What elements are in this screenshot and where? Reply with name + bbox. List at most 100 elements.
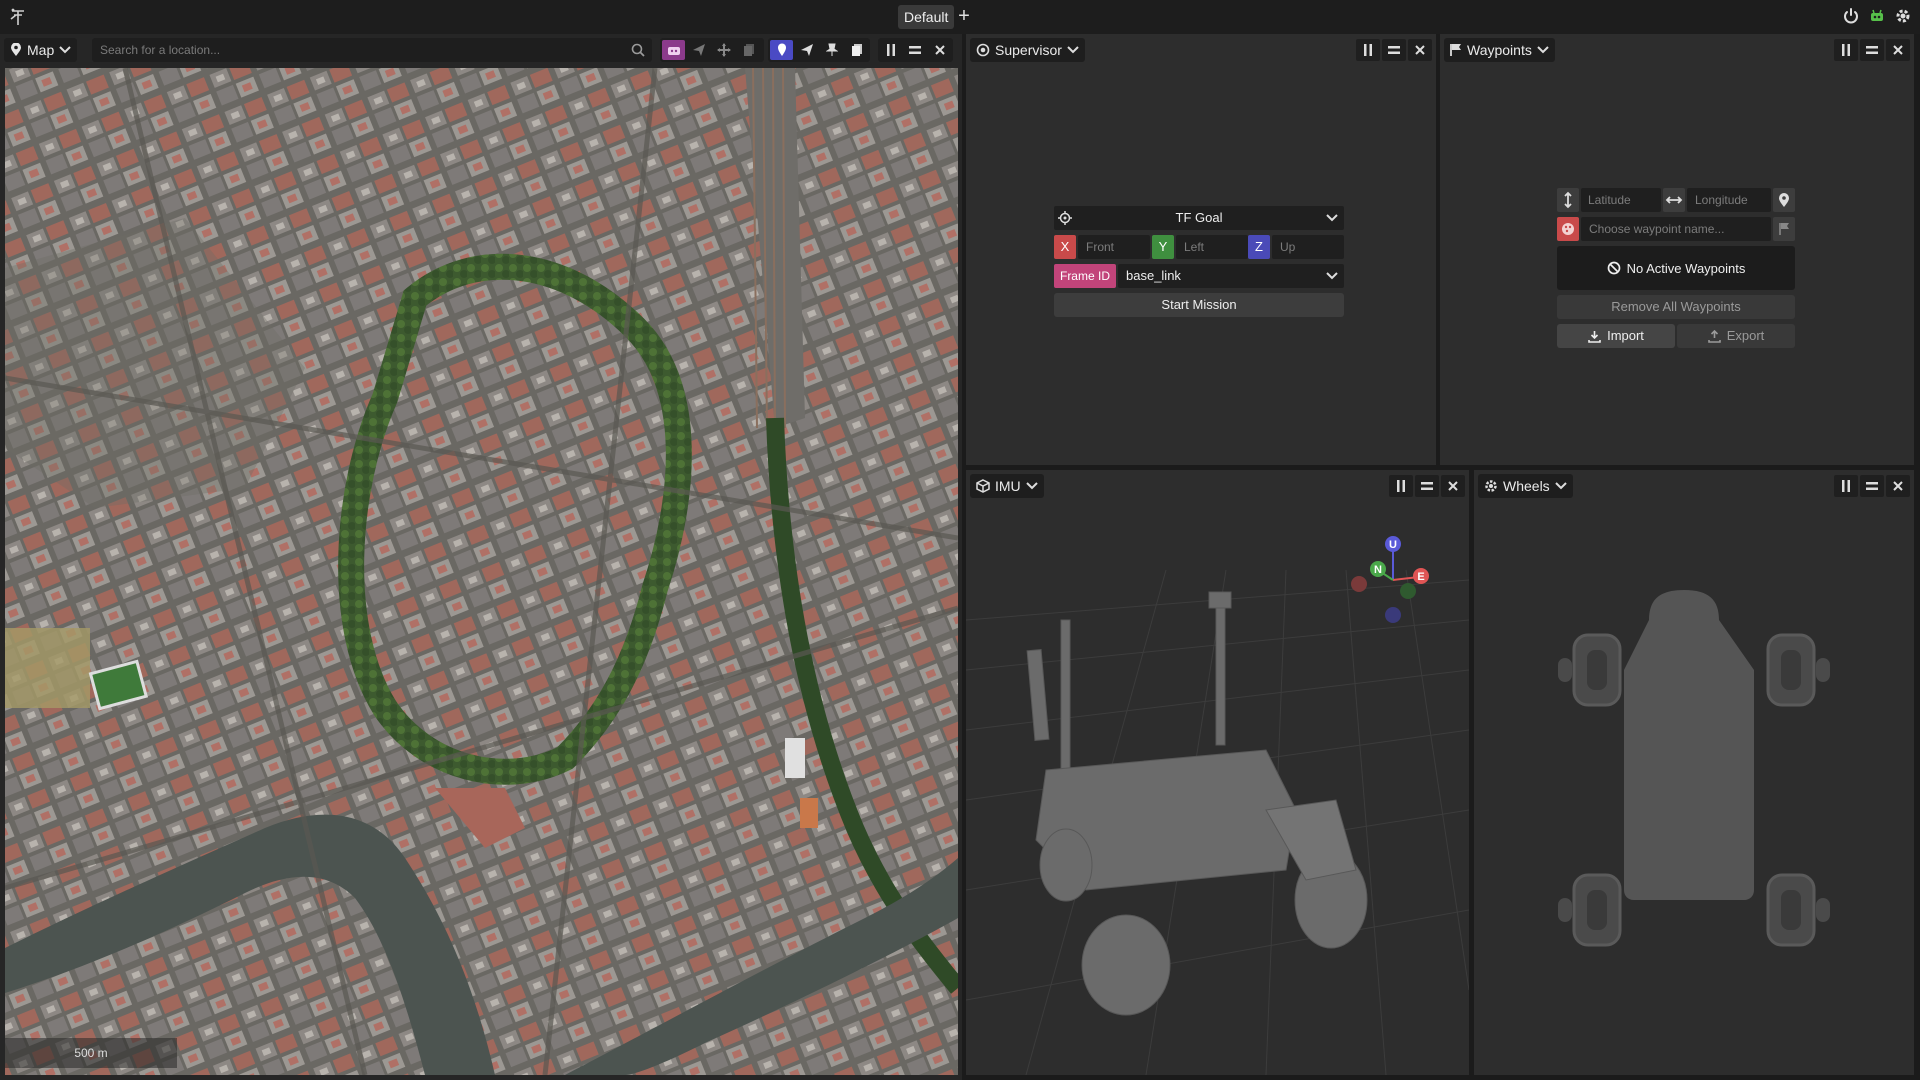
wheels-diagram — [1558, 590, 1830, 947]
chevron-down-icon — [1067, 46, 1079, 54]
layout-tab[interactable]: Default — [898, 5, 955, 29]
map-waypoint-tools — [768, 38, 870, 62]
rover-body-shape — [1624, 590, 1754, 900]
longitude-placeholder: Longitude — [1695, 193, 1748, 207]
latitude-placeholder: Latitude — [1588, 193, 1631, 207]
split-horizontal-icon[interactable] — [1382, 39, 1406, 61]
split-vertical-icon[interactable] — [880, 40, 902, 60]
clone-icon[interactable] — [845, 40, 868, 60]
map-panel-controls — [878, 38, 953, 62]
supervisor-title-label: Supervisor — [995, 42, 1062, 58]
waypoints-panel: Waypoints Latitude Longitude Choose wayp… — [1440, 34, 1914, 465]
target-icon — [976, 43, 990, 57]
wheel-front-right-icon — [1766, 633, 1830, 707]
move-icon[interactable] — [712, 40, 735, 60]
split-horizontal-icon[interactable] — [1415, 475, 1439, 497]
robot-layer-icon[interactable] — [662, 40, 685, 60]
upload-icon — [1707, 329, 1721, 343]
supervisor-panel: Supervisor TF Goal X Front Y Left Z Up F… — [966, 34, 1436, 465]
imu-panel-header: IMU — [966, 470, 1469, 502]
split-horizontal-icon[interactable] — [904, 40, 926, 60]
wheel-rear-right-icon — [1766, 873, 1830, 947]
map-panel-title[interactable]: Map — [4, 38, 78, 62]
map-title-label: Map — [27, 42, 55, 58]
latitude-icon — [1557, 188, 1579, 212]
map-pin-icon — [11, 43, 21, 56]
split-horizontal-icon[interactable] — [1860, 39, 1884, 61]
wheels-panel: Wheels — [1474, 470, 1914, 1075]
split-vertical-icon[interactable] — [1834, 39, 1858, 61]
imu-3d-viewport[interactable]: U E N — [966, 470, 1469, 1075]
frame-id-select[interactable]: base_link — [1118, 264, 1344, 288]
flag-icon — [1450, 44, 1461, 56]
export-label: Export — [1726, 328, 1765, 343]
latitude-input[interactable]: Latitude — [1581, 188, 1661, 212]
split-vertical-icon[interactable] — [1356, 39, 1380, 61]
location-search — [92, 38, 652, 62]
navigate-icon[interactable] — [687, 40, 710, 60]
add-layout-button[interactable]: + — [952, 5, 976, 29]
start-mission-button[interactable]: Start Mission — [1054, 293, 1344, 317]
goal-type-value: TF Goal — [1175, 210, 1223, 225]
robot-status-icon[interactable] — [1868, 7, 1886, 25]
close-icon[interactable] — [929, 40, 951, 60]
ban-icon — [1607, 261, 1620, 275]
z-axis-label: Z — [1248, 235, 1270, 259]
use-current-location-icon[interactable] — [1773, 188, 1795, 212]
wheel-rear-left-icon — [1558, 873, 1622, 947]
chevron-down-icon — [59, 46, 71, 54]
palette-icon[interactable] — [1557, 217, 1579, 241]
y-left-input[interactable]: Left — [1176, 235, 1248, 259]
waypoints-panel-title[interactable]: Waypoints — [1444, 38, 1555, 62]
frame-id-value: base_link — [1126, 268, 1181, 283]
frame-id-label: Frame ID — [1054, 264, 1116, 288]
no-active-waypoints-text: No Active Waypoints — [1626, 260, 1746, 276]
z-up-placeholder: Up — [1280, 240, 1296, 254]
map-layer-tools — [660, 38, 764, 62]
close-icon[interactable] — [1441, 475, 1465, 497]
orientation-gizmo-icon: U E N — [1351, 536, 1429, 623]
longitude-icon — [1663, 188, 1685, 212]
rover-model — [1026, 591, 1368, 1016]
supervisor-panel-header: Supervisor — [966, 34, 1436, 66]
add-waypoint-flag-icon[interactable] — [1773, 217, 1795, 241]
imu-panel-title[interactable]: IMU — [970, 474, 1044, 498]
settings-gear-icon[interactable] — [1894, 7, 1912, 25]
satellite-map[interactable] — [5, 68, 958, 1075]
remove-all-waypoints-button[interactable]: Remove All Waypoints — [1557, 295, 1795, 319]
location-search-input[interactable] — [92, 38, 624, 62]
chevron-down-icon — [1326, 214, 1338, 222]
pin-tool-icon[interactable] — [770, 40, 793, 60]
close-icon[interactable] — [1886, 39, 1910, 61]
import-label: Import — [1607, 328, 1644, 343]
pushpin-icon[interactable] — [820, 40, 843, 60]
download-icon — [1588, 330, 1601, 343]
power-icon[interactable] — [1842, 7, 1860, 25]
y-left-placeholder: Left — [1184, 240, 1205, 254]
app-logo-icon[interactable] — [8, 7, 28, 27]
send-goal-icon[interactable] — [795, 40, 818, 60]
split-vertical-icon[interactable] — [1389, 475, 1413, 497]
y-axis-label: Y — [1152, 235, 1174, 259]
imu-panel-controls — [1389, 475, 1465, 497]
supervisor-panel-title[interactable]: Supervisor — [970, 38, 1085, 62]
search-icon[interactable] — [624, 43, 652, 57]
copy-icon[interactable] — [737, 40, 760, 60]
gizmo-east-label: E — [1417, 571, 1424, 583]
top-bar: Default + — [0, 0, 1920, 34]
gizmo-up-label: U — [1389, 539, 1397, 551]
waypoints-panel-controls — [1834, 39, 1910, 61]
chevron-down-icon — [1537, 46, 1549, 54]
cube-icon — [976, 479, 990, 493]
z-up-input[interactable]: Up — [1272, 235, 1344, 259]
gizmo-north-label: N — [1374, 564, 1382, 576]
waypoint-name-placeholder: Choose waypoint name... — [1589, 222, 1725, 236]
longitude-input[interactable]: Longitude — [1687, 188, 1771, 212]
export-button[interactable]: Export — [1677, 324, 1795, 348]
goal-type-select[interactable]: TF Goal — [1054, 206, 1344, 230]
import-button[interactable]: Import — [1557, 324, 1675, 348]
waypoints-title-label: Waypoints — [1467, 42, 1532, 58]
waypoint-name-input[interactable]: Choose waypoint name... — [1581, 217, 1771, 241]
close-icon[interactable] — [1408, 39, 1432, 61]
x-front-input[interactable]: Front — [1078, 235, 1150, 259]
